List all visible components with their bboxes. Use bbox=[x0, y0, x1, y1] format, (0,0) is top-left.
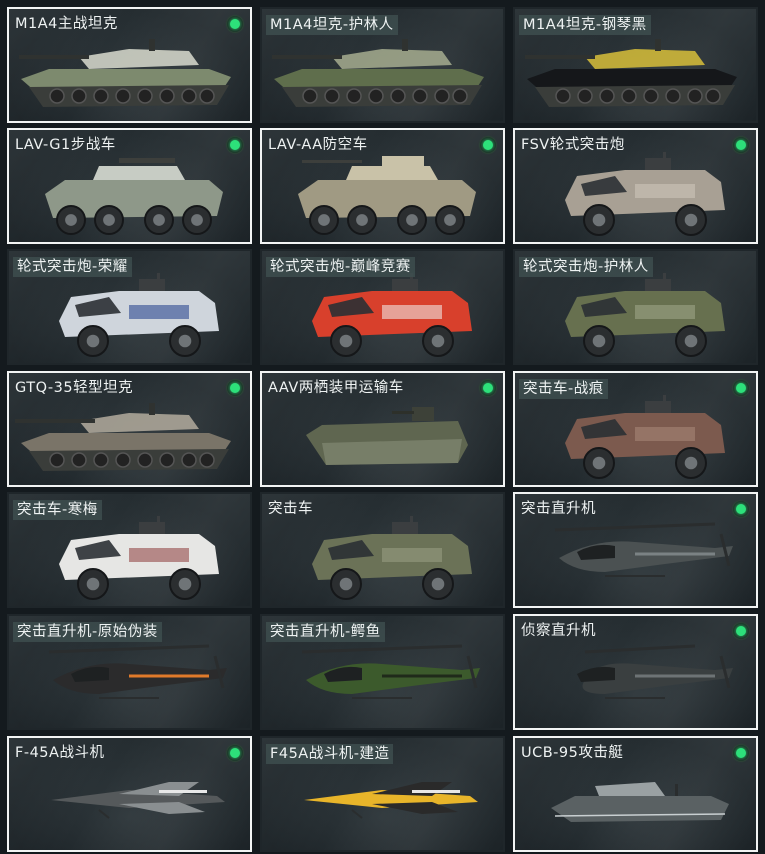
vehicle-card[interactable]: 突击车-寒梅 bbox=[7, 492, 252, 608]
vehicle-card[interactable]: LAV-G1步战车 bbox=[7, 128, 252, 244]
vehicle-name: 突击车 bbox=[268, 501, 313, 517]
vehicle-card[interactable]: 突击直升机-鳄鱼 bbox=[260, 614, 505, 730]
vehicle-card[interactable]: M1A4坦克-钢琴黑 bbox=[513, 7, 758, 123]
vehicle-card[interactable]: 侦察直升机 bbox=[513, 614, 758, 730]
vehicle-card[interactable]: M1A4主战坦克 bbox=[7, 7, 252, 123]
owned-indicator-icon bbox=[227, 16, 243, 32]
vehicle-card[interactable]: 轮式突击炮-巅峰竞赛 bbox=[260, 249, 505, 365]
vehicle-name: F-45A战斗机 bbox=[15, 745, 105, 761]
owned-indicator-icon bbox=[227, 380, 243, 396]
owned-indicator-icon bbox=[733, 745, 749, 761]
vehicle-name: UCB-95攻击艇 bbox=[521, 745, 624, 761]
owned-indicator-icon bbox=[480, 137, 496, 153]
vehicle-card[interactable]: 轮式突击炮-荣耀 bbox=[7, 249, 252, 365]
vehicle-name: LAV-G1步战车 bbox=[15, 137, 116, 153]
vehicle-card[interactable]: 突击直升机 bbox=[513, 492, 758, 608]
vehicle-card[interactable]: FSV轮式突击炮 bbox=[513, 128, 758, 244]
vehicle-card[interactable]: F-45A战斗机 bbox=[7, 736, 252, 852]
vehicle-card[interactable]: 突击直升机-原始伪装 bbox=[7, 614, 252, 730]
vehicle-name: GTQ-35轻型坦克 bbox=[15, 380, 134, 396]
vehicle-name: 突击车-战痕 bbox=[519, 379, 608, 399]
vehicle-name: M1A4坦克-钢琴黑 bbox=[519, 15, 651, 35]
vehicle-card[interactable]: 突击车-战痕 bbox=[513, 371, 758, 487]
vehicle-name: FSV轮式突击炮 bbox=[521, 137, 625, 153]
vehicle-card[interactable]: AAV两栖装甲运输车 bbox=[260, 371, 505, 487]
vehicle-name: LAV-AA防空车 bbox=[268, 137, 368, 153]
vehicle-card[interactable]: 轮式突击炮-护林人 bbox=[513, 249, 758, 365]
vehicle-name: F45A战斗机-建造 bbox=[266, 744, 394, 764]
vehicle-name: M1A4主战坦克 bbox=[15, 16, 118, 32]
owned-indicator-icon bbox=[733, 380, 749, 396]
owned-indicator-icon bbox=[733, 501, 749, 517]
vehicle-name: 突击直升机 bbox=[521, 501, 596, 517]
owned-indicator-icon bbox=[227, 745, 243, 761]
vehicle-name: 轮式突击炮-护林人 bbox=[519, 257, 653, 277]
vehicle-card[interactable]: F45A战斗机-建造 bbox=[260, 736, 505, 852]
vehicle-card[interactable]: M1A4坦克-护林人 bbox=[260, 7, 505, 123]
vehicle-card[interactable]: UCB-95攻击艇 bbox=[513, 736, 758, 852]
vehicle-name: AAV两栖装甲运输车 bbox=[268, 380, 404, 396]
vehicle-name: 突击直升机-鳄鱼 bbox=[266, 622, 385, 642]
owned-indicator-icon bbox=[480, 380, 496, 396]
vehicle-card[interactable]: GTQ-35轻型坦克 bbox=[7, 371, 252, 487]
vehicle-name: 轮式突击炮-荣耀 bbox=[13, 257, 132, 277]
vehicle-name: 突击直升机-原始伪装 bbox=[13, 622, 162, 642]
owned-indicator-icon bbox=[733, 137, 749, 153]
owned-indicator-icon bbox=[733, 623, 749, 639]
vehicle-card[interactable]: LAV-AA防空车 bbox=[260, 128, 505, 244]
vehicle-name: 侦察直升机 bbox=[521, 623, 596, 639]
owned-indicator-icon bbox=[227, 137, 243, 153]
vehicle-card[interactable]: 突击车 bbox=[260, 492, 505, 608]
vehicle-name: 轮式突击炮-巅峰竞赛 bbox=[266, 257, 415, 277]
vehicle-name: 突击车-寒梅 bbox=[13, 500, 102, 520]
vehicle-grid: M1A4主战坦克 M1A4坦克-护林人 M1A4坦克-钢琴黑 LAV-G1步战车 bbox=[0, 0, 765, 854]
vehicle-name: M1A4坦克-护林人 bbox=[266, 15, 398, 35]
